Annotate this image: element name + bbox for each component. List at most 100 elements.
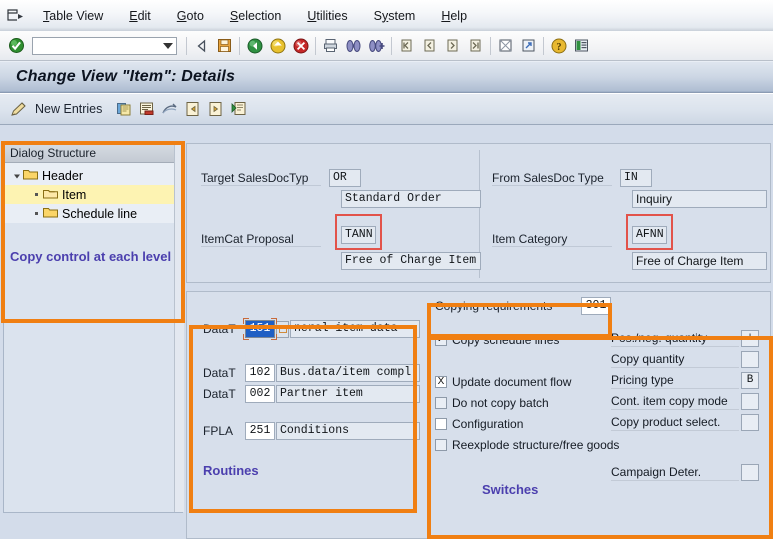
itemcat-proposal-label: ItemCat Proposal — [201, 232, 321, 247]
print-icon[interactable] — [319, 35, 342, 57]
checkbox-box[interactable]: X — [435, 376, 447, 388]
sap-gui-window: Table View Edit Goto Selection Utilities… — [0, 0, 773, 539]
chevron-down-icon[interactable] — [163, 42, 173, 49]
checkbox-box[interactable] — [435, 439, 447, 451]
routine-text-1: neral item data — [290, 320, 420, 338]
from-salesdoc-type-label: From SalesDoc Type — [492, 171, 612, 186]
cancel-red-icon[interactable] — [289, 35, 312, 57]
item-category-label: Item Category — [492, 232, 612, 247]
pricing-type-input[interactable]: B — [741, 372, 759, 389]
checkbox-configuration[interactable]: Configuration — [435, 417, 523, 431]
find-icon[interactable] — [342, 35, 365, 57]
checkbox-box[interactable]: ✓ — [435, 334, 447, 346]
triangle-down-icon[interactable] — [10, 172, 23, 180]
pencil-edit-icon[interactable] — [6, 98, 29, 120]
itemcat-proposal-row: ItemCat Proposal — [201, 232, 321, 247]
item-category-row: Item Category — [492, 232, 612, 247]
itemcat-proposal-input[interactable]: TANN — [341, 226, 376, 244]
from-salesdoc-type-text-row: Inquiry — [632, 190, 767, 208]
next-page-icon[interactable] — [441, 35, 464, 57]
cont-item-copy-mode-input[interactable] — [741, 393, 759, 410]
menu-item-table-view[interactable]: Table View — [30, 7, 116, 25]
routine-input-4[interactable]: 251 — [245, 422, 275, 440]
new-entries-button[interactable]: New Entries — [35, 102, 102, 116]
focus-marker — [243, 318, 277, 340]
checkbox-label: Copy schedule lines — [452, 333, 560, 347]
menu-item-system[interactable]: System — [361, 7, 429, 25]
save-floppy-icon[interactable] — [213, 35, 236, 57]
back-arrow-icon[interactable] — [190, 35, 213, 57]
next-entry-icon[interactable] — [204, 98, 227, 120]
routine-input-3[interactable]: 002 — [245, 385, 275, 403]
from-salesdoc-type-text: Inquiry — [632, 190, 767, 208]
checkbox-label: Update document flow — [452, 375, 572, 389]
checkbox-label: Do not copy batch — [452, 396, 549, 410]
customize-layout-icon[interactable] — [570, 35, 593, 57]
checkbox-reexplode-structure[interactable]: Reexplode structure/free goods — [435, 438, 619, 452]
checkbox-do-not-copy-batch[interactable]: Do not copy batch — [435, 396, 549, 410]
copying-requirements-input[interactable]: 301 — [581, 297, 611, 315]
exit-yellow-icon[interactable] — [266, 35, 289, 57]
folder-icon — [23, 168, 38, 183]
new-session-icon[interactable] — [494, 35, 517, 57]
switches-section-label: Switches — [482, 482, 539, 497]
checkbox-label: Configuration — [452, 417, 524, 431]
target-salesdoctyp-input[interactable]: OR — [329, 169, 361, 187]
first-page-icon[interactable] — [395, 35, 418, 57]
routine-input-2[interactable]: 102 — [245, 364, 275, 382]
variable-list-icon[interactable] — [227, 98, 250, 120]
checkbox-box[interactable] — [435, 418, 447, 430]
menu-item-edit[interactable]: Edit — [116, 7, 164, 25]
routine-row-2: DataT 102 Bus.data/item compl. — [203, 364, 420, 382]
matchcode-button-1[interactable] — [276, 320, 289, 338]
menu-item-help[interactable]: Help — [428, 7, 480, 25]
delete-row-icon[interactable] — [135, 98, 158, 120]
tree-node-schedule-line[interactable]: Schedule line — [4, 204, 182, 223]
tree-node-label: Header — [42, 168, 83, 183]
command-field[interactable] — [32, 36, 177, 55]
create-shortcut-icon[interactable] — [517, 35, 540, 57]
menu-accel: G — [176, 8, 187, 23]
checkbox-box[interactable] — [435, 397, 447, 409]
menu-accel: S — [229, 8, 239, 23]
bullet-icon — [30, 212, 43, 215]
pos-neg-quantity-input[interactable]: + — [741, 330, 759, 347]
routine-input-1[interactable]: 151 — [243, 318, 277, 340]
tree-node-header[interactable]: Header — [4, 166, 182, 185]
checkbox-update-document-flow[interactable]: X Update document flow — [435, 375, 571, 389]
tree-node-item[interactable]: Item — [4, 185, 182, 204]
back-green-icon[interactable] — [243, 35, 266, 57]
find-next-icon[interactable] — [365, 35, 388, 57]
campaign-deter-input[interactable] — [741, 464, 759, 481]
menu-item-utilities[interactable]: Utilities — [294, 7, 360, 25]
routine-text-2: Bus.data/item compl. — [276, 364, 420, 382]
help-question-icon[interactable]: ? — [547, 35, 570, 57]
from-salesdoc-type-input[interactable]: IN — [620, 169, 652, 187]
routine-label-4: FPLA — [203, 424, 234, 438]
previous-entry-icon[interactable] — [181, 98, 204, 120]
item-category-text: Free of Charge Item — [632, 252, 767, 270]
green-check-icon[interactable] — [5, 35, 28, 57]
itemcat-proposal-value-row: TANN — [341, 226, 376, 244]
routine-label-2: DataT — [203, 366, 236, 380]
pos-neg-quantity-label: Pos./neg. quantity — [611, 331, 739, 347]
copy-product-select-input[interactable] — [741, 414, 759, 431]
bullet-icon — [30, 193, 43, 196]
menu-item-label: dit — [137, 8, 151, 23]
item-category-input[interactable]: AFNN — [632, 226, 667, 244]
itemcat-proposal-text: Free of Charge Item — [341, 252, 481, 270]
target-salesdoctyp-text-row: Standard Order — [341, 190, 481, 208]
copy-quantity-input[interactable] — [741, 351, 759, 368]
left-panel-scrollbar[interactable] — [174, 144, 184, 512]
copy-as-icon[interactable] — [112, 98, 135, 120]
checkbox-copy-schedule-lines[interactable]: ✓ Copy schedule lines — [435, 333, 559, 347]
undo-icon[interactable] — [158, 98, 181, 120]
field-row-copy-product-select: Copy product select. — [611, 414, 759, 431]
field-row-copy-quantity: Copy quantity — [611, 351, 759, 368]
menu-item-selection[interactable]: Selection — [217, 7, 294, 25]
menu-item-goto[interactable]: Goto — [164, 7, 217, 25]
itemcat-proposal-text-row: Free of Charge Item — [341, 252, 481, 270]
previous-page-icon[interactable] — [418, 35, 441, 57]
from-salesdoc-type-row: From SalesDoc Type IN — [492, 169, 652, 187]
last-page-icon[interactable] — [464, 35, 487, 57]
